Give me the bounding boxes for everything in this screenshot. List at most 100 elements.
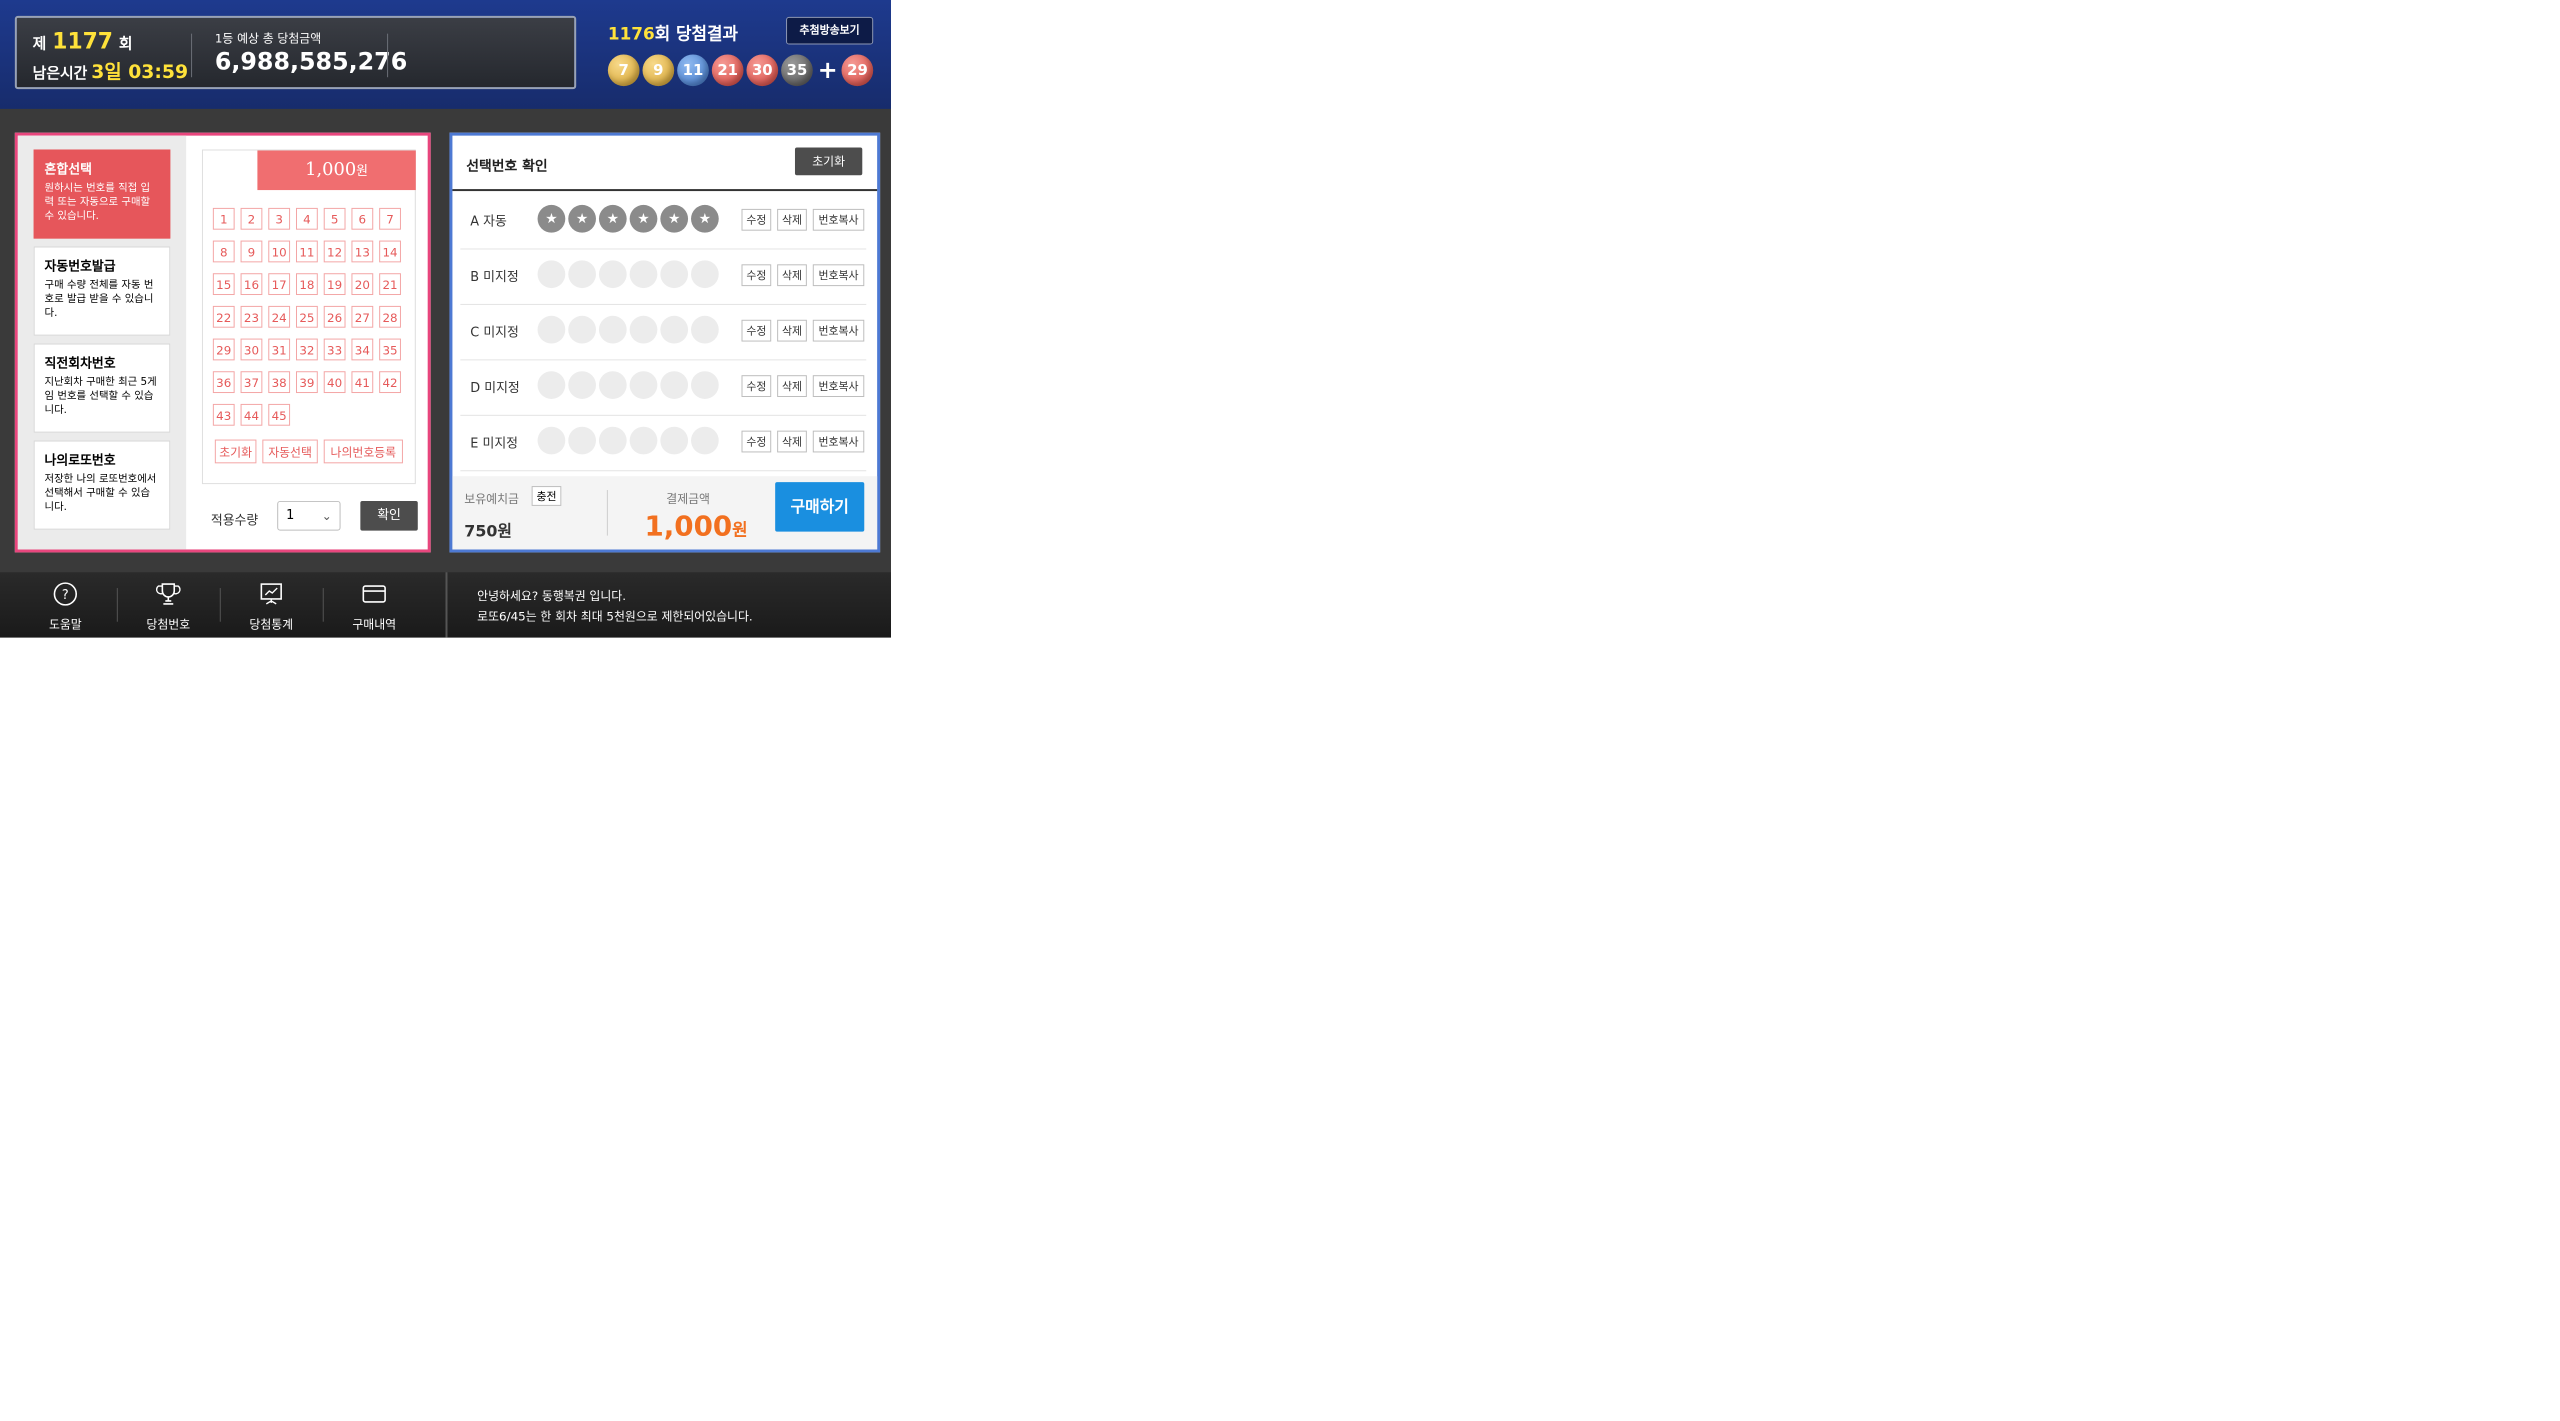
divider: [191, 33, 193, 78]
winning-ball: 9: [642, 54, 675, 87]
empty-slot: [660, 260, 689, 289]
number-button[interactable]: 44: [240, 403, 263, 426]
selection-reset-button[interactable]: 초기화: [794, 147, 863, 176]
mode-previous-round[interactable]: 직전회차번호 지난회차 구매한 최근 5게임 번호를 선택할 수 있습니다.: [33, 343, 171, 433]
number-button[interactable]: 38: [268, 371, 291, 394]
edit-button[interactable]: 수정: [741, 375, 772, 397]
number-button[interactable]: 7: [379, 207, 401, 230]
number-button[interactable]: 36: [212, 371, 235, 394]
divider: [445, 572, 448, 638]
empty-slot: [568, 371, 596, 399]
number-button[interactable]: 25: [296, 305, 318, 328]
game-price: 1,000원: [257, 150, 416, 191]
card-icon: [362, 585, 386, 603]
number-button[interactable]: 6: [351, 207, 374, 230]
nav-label: 구매내역: [352, 617, 397, 632]
register-my-number-button[interactable]: 나의번호등록: [323, 439, 403, 464]
number-button[interactable]: 43: [212, 403, 235, 426]
delete-button[interactable]: 삭제: [777, 375, 807, 397]
number-button[interactable]: 33: [323, 338, 346, 361]
auto-select-button[interactable]: 자동선택: [262, 439, 318, 464]
game-row: B 미지정 수정 삭제 번호복사: [460, 248, 867, 305]
copy-number-button[interactable]: 번호복사: [812, 264, 865, 287]
number-button[interactable]: 14: [379, 240, 401, 263]
copy-number-button[interactable]: 번호복사: [812, 375, 865, 397]
buy-button[interactable]: 구매하기: [775, 482, 865, 532]
number-button[interactable]: 26: [323, 305, 346, 328]
copy-number-button[interactable]: 번호복사: [812, 430, 865, 453]
number-button[interactable]: 24: [268, 305, 291, 328]
number-button[interactable]: 17: [268, 273, 291, 296]
number-button[interactable]: 37: [240, 371, 263, 394]
number-button[interactable]: 22: [212, 305, 235, 328]
edit-button[interactable]: 수정: [741, 319, 772, 342]
number-button[interactable]: 42: [379, 371, 401, 394]
nav-statistics[interactable]: 당첨통계: [220, 572, 323, 637]
result-title-text: 회 당첨결과: [654, 24, 738, 45]
number-button[interactable]: 45: [268, 403, 291, 426]
number-button[interactable]: 32: [296, 338, 318, 361]
confirm-button[interactable]: 확인: [360, 500, 418, 531]
number-button[interactable]: 5: [323, 207, 346, 230]
number-button[interactable]: 10: [268, 240, 291, 263]
star-icon: ★: [691, 204, 719, 233]
number-button[interactable]: 16: [240, 273, 263, 296]
copy-number-button[interactable]: 번호복사: [812, 319, 865, 342]
number-button[interactable]: 41: [351, 371, 374, 394]
number-button[interactable]: 40: [323, 371, 346, 394]
number-button[interactable]: 8: [212, 240, 235, 263]
mode-auto-issue[interactable]: 자동번호발급 구매 수량 전체를 자동 번호로 발급 받을 수 있습니다.: [33, 246, 171, 336]
mode-mixed-select[interactable]: 혼합선택 원하시는 번호를 직접 입력 또는 자동으로 구매할 수 있습니다.: [33, 149, 171, 239]
delete-button[interactable]: 삭제: [777, 208, 807, 231]
number-button[interactable]: 9: [240, 240, 263, 263]
number-button[interactable]: 4: [296, 207, 318, 230]
draw-video-button[interactable]: 추첨방송보기: [786, 16, 874, 45]
number-button[interactable]: 20: [351, 273, 374, 296]
delete-button[interactable]: 삭제: [777, 264, 807, 287]
number-button[interactable]: 15: [212, 273, 235, 296]
mode-my-lotto[interactable]: 나의로또번호 저장한 나의 로또번호에서 선택해서 구매할 수 있습니다.: [33, 440, 171, 530]
number-button[interactable]: 29: [212, 338, 235, 361]
delete-button[interactable]: 삭제: [777, 430, 807, 453]
number-button[interactable]: 31: [268, 338, 291, 361]
empty-slot: [660, 371, 689, 399]
number-slots: [537, 315, 722, 344]
copy-number-button[interactable]: 번호복사: [812, 208, 865, 231]
payment-summary: 보유예치금 충전 750원 결제금액 1,000원 구매하기: [452, 476, 878, 550]
number-button[interactable]: 27: [351, 305, 374, 328]
number-button[interactable]: 39: [296, 371, 318, 394]
number-button[interactable]: 12: [323, 240, 346, 263]
empty-slot: [691, 260, 719, 289]
number-button[interactable]: 2: [240, 207, 263, 230]
charge-button[interactable]: 충전: [531, 486, 562, 506]
number-button[interactable]: 19: [323, 273, 346, 296]
number-button[interactable]: 18: [296, 273, 318, 296]
number-button[interactable]: 35: [379, 338, 401, 361]
edit-button[interactable]: 수정: [741, 208, 772, 231]
number-button[interactable]: 30: [240, 338, 263, 361]
delete-button[interactable]: 삭제: [777, 319, 807, 342]
nav-help[interactable]: ? 도움말: [14, 572, 117, 637]
number-button[interactable]: 21: [379, 273, 401, 296]
number-button[interactable]: 34: [351, 338, 374, 361]
payment-amount: 1,000원: [644, 510, 747, 543]
number-button[interactable]: 13: [351, 240, 374, 263]
price-value: 1,000: [305, 159, 357, 181]
nav-winning-numbers[interactable]: 당첨번호: [117, 572, 220, 637]
nav-purchase-history[interactable]: 구매내역: [323, 572, 426, 637]
number-button[interactable]: 1: [212, 207, 235, 230]
mode-desc: 지난회차 구매한 최근 5게임 번호를 선택할 수 있습니다.: [44, 376, 157, 416]
edit-button[interactable]: 수정: [741, 430, 772, 453]
mode-title: 혼합선택: [44, 162, 92, 178]
quantity-select[interactable]: 1 ⌄: [277, 500, 341, 531]
number-button[interactable]: 3: [268, 207, 291, 230]
remain-label: 남은시간: [32, 64, 88, 83]
number-button[interactable]: 28: [379, 305, 401, 328]
number-button[interactable]: 23: [240, 305, 263, 328]
picker-reset-button[interactable]: 초기화: [214, 439, 257, 464]
round-suffix: 회: [118, 34, 133, 53]
chevron-down-icon: ⌄: [321, 508, 332, 523]
number-button[interactable]: 11: [296, 240, 318, 263]
game-row: C 미지정 수정 삭제 번호복사: [460, 304, 867, 361]
edit-button[interactable]: 수정: [741, 264, 772, 287]
